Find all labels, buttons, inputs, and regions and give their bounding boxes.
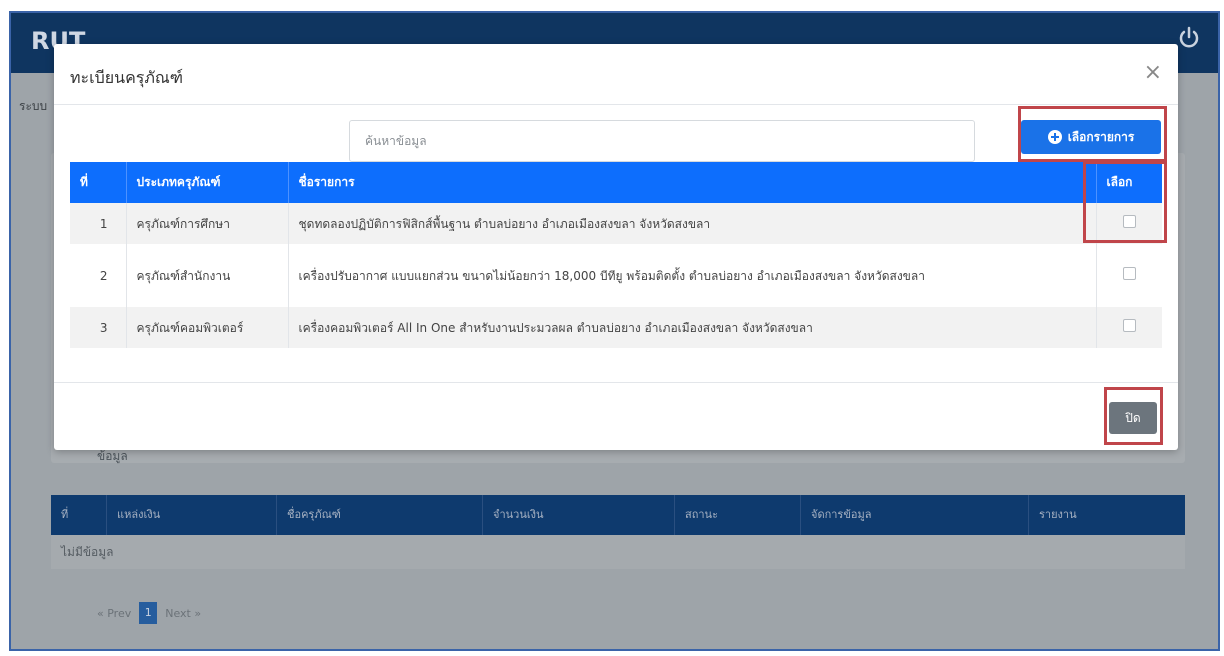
- search-input[interactable]: [349, 120, 975, 162]
- table-row: 2 ครุภัณฑ์สำนักงาน เครื่องปรับอากาศ แบบแ…: [70, 244, 1162, 307]
- modal-header-divider: [54, 104, 1178, 105]
- row-name: ชุดทดลองปฏิบัติการฟิสิกส์พื้นฐาน ตำบลบ่อ…: [288, 203, 1097, 244]
- row-checkbox[interactable]: [1122, 318, 1136, 332]
- modal-footer-divider: [54, 382, 1178, 383]
- highlight-select-button: [1018, 106, 1167, 162]
- bg-col-report: รายงาน: [1039, 508, 1077, 521]
- row-no: 2: [70, 244, 127, 307]
- bg-col-status: สถานะ: [675, 495, 801, 535]
- bg-col-name: ชื่อครุภัณฑ์: [277, 495, 483, 535]
- asset-table-header: ที่ ประเภทครุภัณฑ์ ชื่อรายการ เลือก: [70, 162, 1162, 203]
- close-icon[interactable]: ×: [1144, 62, 1162, 84]
- highlight-select-column: [1083, 161, 1167, 243]
- row-no: 3: [70, 307, 127, 348]
- row-category: ครุภัณฑ์สำนักงาน: [126, 244, 289, 307]
- row-no: 1: [70, 203, 127, 244]
- row-name: เครื่องปรับอากาศ แบบแยกส่วน ขนาดไม่น้อยก…: [288, 244, 1097, 307]
- breadcrumb: ระบบ: [19, 99, 48, 113]
- page-1[interactable]: 1: [139, 602, 158, 624]
- asset-table: ที่ ประเภทครุภัณฑ์ ชื่อรายการ เลือก 1 คร…: [70, 162, 1162, 348]
- bg-col-no: ที่: [51, 495, 107, 535]
- table-row: 3 ครุภัณฑ์คอมพิวเตอร์ เครื่องคอมพิวเตอร์…: [70, 307, 1162, 348]
- row-category: ครุภัณฑ์คอมพิวเตอร์: [126, 307, 289, 348]
- pagination: « Prev 1 Next »: [97, 602, 201, 624]
- table-row: 1 ครุภัณฑ์การศึกษา ชุดทดลองปฏิบัติการฟิส…: [70, 203, 1162, 244]
- row-checkbox[interactable]: [1122, 266, 1136, 280]
- empty-message: ไม่มีข้อมูล: [51, 535, 1185, 569]
- modal-title: ทะเบียนครุภัณฑ์: [70, 68, 184, 87]
- background-table-header: ที่ แหล่งเงิน ชื่อครุภัณฑ์ จำนวนเงิน สถา…: [51, 495, 1185, 535]
- col-category: ประเภทครุภัณฑ์: [126, 162, 289, 203]
- bg-col-manage: จัดการข้อมูล: [801, 495, 1029, 535]
- bg-col-source: แหล่งเงิน: [107, 495, 277, 535]
- power-icon[interactable]: [1176, 25, 1202, 51]
- background-table: ที่ แหล่งเงิน ชื่อครุภัณฑ์ จำนวนเงิน สถา…: [51, 495, 1185, 569]
- bg-col-amount: จำนวนเงิน: [483, 495, 675, 535]
- col-name: ชื่อรายการ: [288, 162, 1097, 203]
- prev-link[interactable]: « Prev: [97, 607, 131, 620]
- next-link[interactable]: Next »: [165, 607, 201, 620]
- col-no: ที่: [70, 162, 127, 203]
- row-category: ครุภัณฑ์การศึกษา: [126, 203, 289, 244]
- row-name: เครื่องคอมพิวเตอร์ All In One สำหรับงานป…: [288, 307, 1097, 348]
- highlight-close-button: [1104, 387, 1163, 445]
- asset-register-modal: ทะเบียนครุภัณฑ์ × เลือกรายการ ที่ ประเภท…: [54, 44, 1178, 450]
